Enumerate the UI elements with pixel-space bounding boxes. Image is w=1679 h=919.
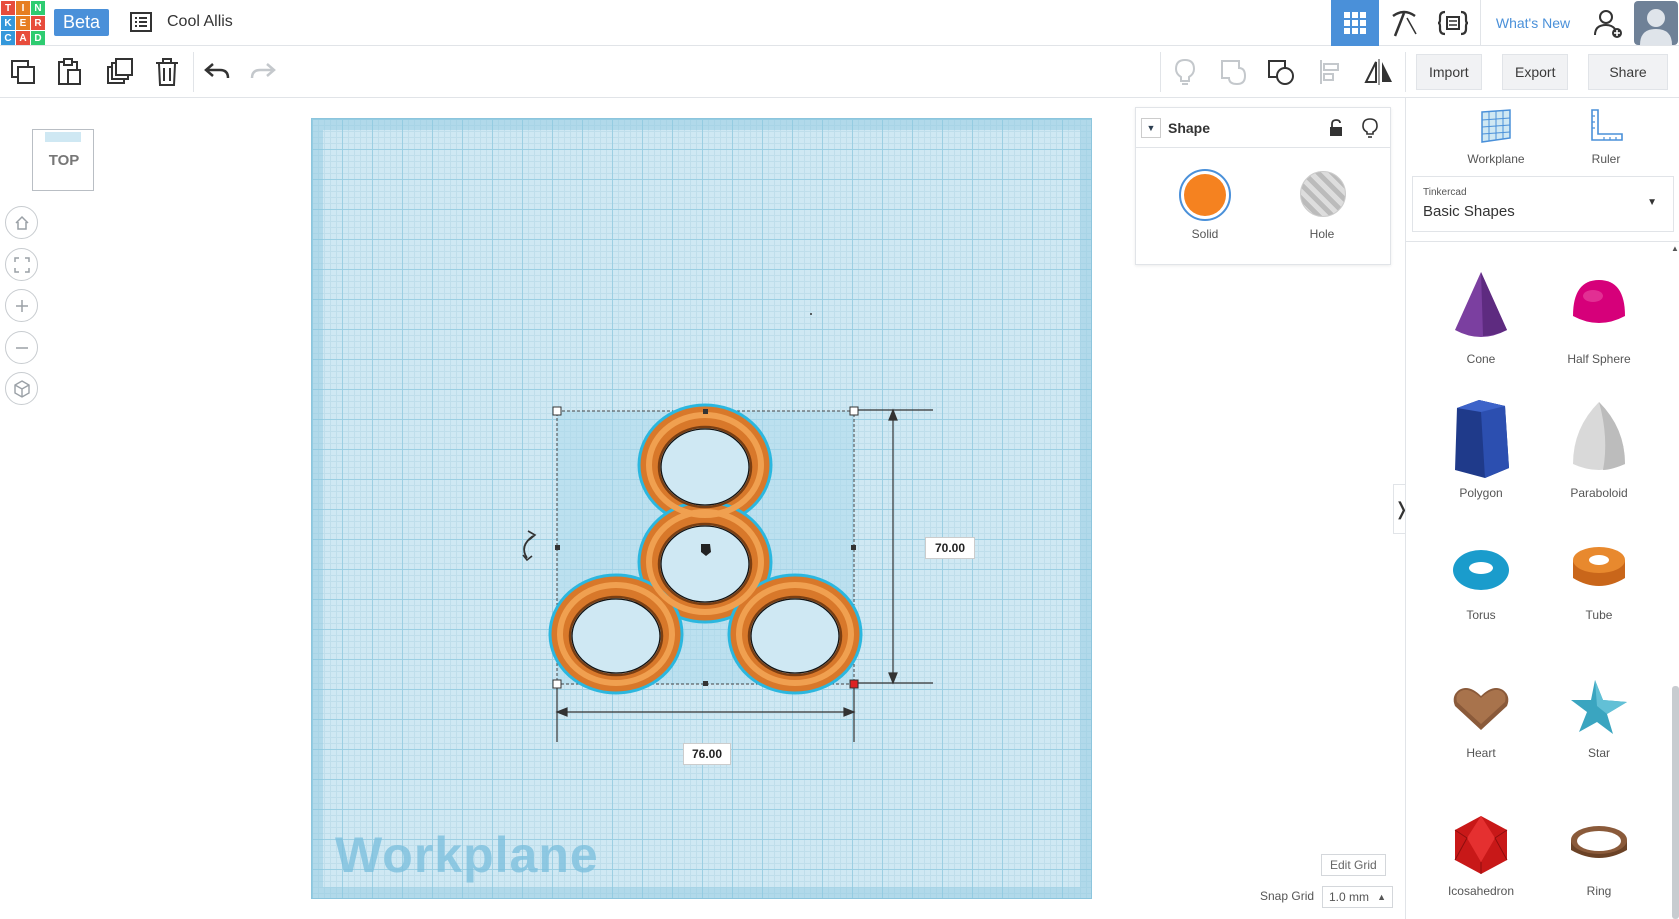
workplane-icon [1481, 109, 1511, 143]
tube-icon [1573, 547, 1625, 586]
edge-handle[interactable] [703, 409, 708, 414]
shape-polygon[interactable]: Polygon [1426, 398, 1536, 500]
shapes-panel: Workplane Ruler Tinkercad Basic Shapes ▼… [1405, 98, 1679, 919]
shape-label: Tube [1585, 608, 1613, 622]
resize-handle[interactable] [849, 406, 859, 416]
height-dimension-label[interactable]: 70.00 [925, 537, 975, 559]
solid-button[interactable] [1179, 169, 1231, 221]
edit-grid-button[interactable]: Edit Grid [1321, 854, 1386, 876]
shape-half-sphere[interactable]: Half Sphere [1544, 268, 1654, 366]
resize-handle[interactable] [552, 406, 562, 416]
ruler-tool-label: Ruler [1591, 152, 1621, 166]
library-name: Basic Shapes [1423, 203, 1515, 220]
icosahedron-icon [1454, 816, 1508, 874]
shape-star[interactable]: Star [1544, 676, 1654, 760]
ruler-tool[interactable]: Ruler [1556, 108, 1656, 168]
scrollbar[interactable]: ▲ [1671, 244, 1679, 919]
shape-torus[interactable]: Torus [1426, 538, 1536, 622]
shape-label: Torus [1466, 608, 1496, 622]
edge-handle[interactable] [851, 545, 856, 550]
shape-label: Icosahedron [1447, 884, 1515, 898]
snap-grid-select[interactable]: 1.0 mm ▲ [1322, 886, 1393, 908]
scrollbar-thumb[interactable] [1672, 686, 1679, 919]
edge-handle[interactable] [703, 681, 708, 686]
solid-label: Solid [1191, 227, 1219, 241]
shape-label: Heart [1466, 746, 1496, 760]
resize-handle-active[interactable] [849, 679, 859, 689]
hole-label: Hole [1309, 227, 1335, 241]
shape-cone[interactable]: Cone [1426, 268, 1536, 366]
polygon-icon [1455, 400, 1509, 478]
shape-label: Polygon [1459, 486, 1503, 500]
ring-icon [1571, 826, 1627, 858]
shape-label: Ring [1586, 884, 1612, 898]
collapse-toggle[interactable]: ▼ [1141, 118, 1161, 138]
shape-label: Star [1587, 746, 1610, 760]
shape-inspector: ▼ Shape Solid Hole [1135, 107, 1391, 265]
shape-heart[interactable]: Heart [1426, 676, 1536, 760]
solid-swatch [1184, 174, 1226, 216]
heart-icon [1453, 688, 1509, 730]
half-sphere-icon [1573, 280, 1625, 323]
rotate-handle[interactable] [522, 530, 537, 562]
shape-label: Paraboloid [1570, 486, 1628, 500]
shape-tube[interactable]: Tube [1544, 538, 1654, 622]
unlock-icon[interactable] [1328, 119, 1344, 137]
chevron-down-icon: ▼ [1146, 123, 1156, 133]
cone-icon [1455, 272, 1507, 337]
shape-ring[interactable]: Ring [1544, 814, 1654, 898]
torus-icon [1453, 550, 1509, 590]
resize-handle[interactable] [552, 679, 562, 689]
library-provider: Tinkercad [1423, 187, 1467, 198]
shape-paraboloid[interactable]: Paraboloid [1544, 398, 1654, 500]
width-dimension-label[interactable]: 76.00 [683, 743, 731, 765]
paraboloid-icon [1573, 402, 1625, 470]
workplane-tool-label: Workplane [1467, 152, 1525, 166]
lightbulb-icon[interactable] [1362, 118, 1378, 138]
chevron-down-icon: ▼ [1647, 197, 1657, 208]
shape-label: Half Sphere [1567, 352, 1631, 366]
snap-grid-label: Snap Grid [1260, 889, 1315, 903]
hole-button[interactable] [1300, 171, 1346, 217]
shape-library-select[interactable]: Tinkercad Basic Shapes ▼ [1412, 176, 1674, 232]
edge-handle[interactable] [555, 545, 560, 550]
caret-up-icon: ▲ [1377, 892, 1386, 902]
shape-label: Cone [1466, 352, 1496, 366]
workplane-tool[interactable]: Workplane [1446, 108, 1546, 168]
inspector-title: Shape [1168, 120, 1211, 136]
ruler-icon [1591, 109, 1623, 141]
snap-grid-value: 1.0 mm [1329, 890, 1370, 904]
shape-icosahedron[interactable]: Icosahedron [1426, 814, 1536, 898]
scroll-up-icon: ▲ [1671, 244, 1679, 253]
star-icon [1571, 680, 1627, 734]
